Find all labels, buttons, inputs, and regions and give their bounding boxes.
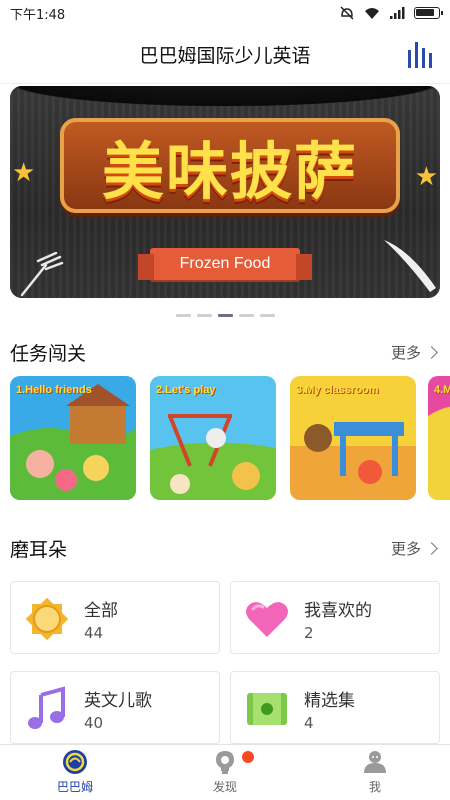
sun-icon <box>25 597 69 641</box>
banner-title-box: 美味披萨 <box>60 118 400 213</box>
banner-ribbon: Frozen Food <box>138 248 312 280</box>
battery-icon <box>414 7 443 19</box>
nav-label: 发现 <box>212 780 237 794</box>
plate-decoration <box>10 86 440 106</box>
fork-icon <box>20 251 64 297</box>
banner-title: 美味披萨 <box>101 134 358 208</box>
nav-tab-babamu[interactable]: 巴巴姆 <box>0 745 150 800</box>
ear-count: 2 <box>304 624 314 642</box>
status-time: 下午1:48 <box>10 7 66 23</box>
mute-alarm-icon <box>340 6 354 20</box>
bottom-nav: 巴巴姆 发现 我 <box>0 744 450 800</box>
ear-category-songs[interactable]: 英文儿歌 40 <box>10 671 220 744</box>
carousel-dot[interactable] <box>175 314 191 317</box>
carousel-indicator <box>0 314 450 317</box>
task-card[interactable]: 1.Hello friends <box>10 376 136 500</box>
tasks-section-header: 任务闯关 更多 <box>10 339 440 365</box>
nav-label: 我 <box>368 780 381 794</box>
banner-carousel[interactable]: ★ ★ 美味披萨 Frozen Food <box>10 86 440 298</box>
nav-label: 巴巴姆 <box>56 780 93 794</box>
music-note-icon <box>28 686 65 729</box>
user-icon <box>364 751 386 773</box>
task-card[interactable]: 4.M <box>428 376 450 500</box>
nav-tab-discover[interactable]: 发现 <box>150 745 300 800</box>
task-card[interactable]: 2.Let's play <box>150 376 276 500</box>
more-label: 更多 <box>390 539 421 558</box>
app-header: 巴巴姆国际少儿英语 <box>0 26 450 84</box>
app-title: 巴巴姆国际少儿英语 <box>139 45 311 67</box>
ear-name: 英文儿歌 <box>84 691 152 711</box>
section-title-ears: 磨耳朵 <box>10 538 68 561</box>
status-bar: 下午1:48 <box>0 0 450 26</box>
babamu-logo-icon <box>63 750 87 774</box>
status-icons <box>339 5 443 21</box>
section-title-tasks: 任务闯关 <box>10 342 87 365</box>
ear-count: 4 <box>304 714 314 732</box>
bulb-icon <box>216 751 234 774</box>
chevron-right-icon <box>425 345 438 359</box>
carousel-dot-active[interactable] <box>217 314 233 317</box>
star-decoration: ★ <box>12 158 36 188</box>
carousel-dot[interactable] <box>196 314 212 317</box>
carousel-dot[interactable] <box>238 314 254 317</box>
heart-icon <box>246 602 288 637</box>
nav-tab-me[interactable]: 我 <box>300 745 450 800</box>
task-card[interactable]: 3.My classroom <box>290 376 416 500</box>
task-label: 4.M <box>434 384 450 396</box>
banner-subtitle: Frozen Food <box>179 255 271 272</box>
ear-category-all[interactable]: 全部 44 <box>10 581 220 654</box>
audio-bars-icon[interactable] <box>406 40 436 70</box>
chevron-right-icon <box>425 541 438 555</box>
tasks-scroll-row[interactable]: 1.Hello friends 2.Let's play 3.My classr… <box>10 376 450 500</box>
ears-section-header: 磨耳朵 更多 <box>10 535 440 561</box>
knife-icon <box>384 240 436 292</box>
notification-badge <box>242 751 254 763</box>
task-label: 3.My classroom <box>296 384 379 396</box>
ears-more-link[interactable]: 更多 <box>391 538 440 559</box>
tasks-more-link[interactable]: 更多 <box>391 342 440 363</box>
wifi-icon <box>365 8 379 19</box>
ear-category-selected[interactable]: 精选集 4 <box>230 671 440 744</box>
star-decoration: ★ <box>414 162 438 192</box>
carousel-dot[interactable] <box>259 314 275 317</box>
ear-count: 40 <box>84 714 104 732</box>
ear-name: 我喜欢的 <box>304 601 372 621</box>
more-label: 更多 <box>390 343 421 362</box>
album-icon <box>247 693 287 725</box>
task-label: 2.Let's play <box>156 384 216 396</box>
ear-name: 全部 <box>84 601 118 621</box>
ear-category-favorites[interactable]: 我喜欢的 2 <box>230 581 440 654</box>
ear-count: 44 <box>84 624 104 642</box>
signal-icon <box>390 7 405 19</box>
task-label: 1.Hello friends <box>16 384 92 396</box>
ear-name: 精选集 <box>304 691 355 711</box>
